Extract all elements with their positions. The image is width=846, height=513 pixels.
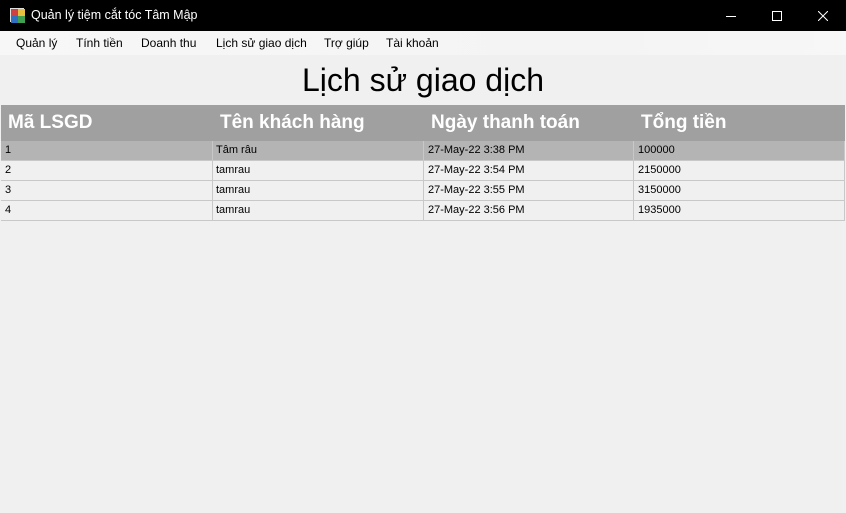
- minimize-button[interactable]: [708, 0, 754, 31]
- menu-item-lich-su-giao-dich[interactable]: Lịch sử giao dịch: [216, 36, 307, 50]
- close-icon: [818, 10, 828, 21]
- cell-id[interactable]: 3: [1, 181, 213, 200]
- cell-total[interactable]: 1935000: [634, 201, 845, 220]
- menu-item-tai-khoan[interactable]: Tài khoản: [386, 36, 439, 50]
- app-window: Quản lý tiệm cắt tóc Tâm Mập Quản lý Tín…: [0, 0, 846, 513]
- cell-customer[interactable]: Tâm râu: [213, 141, 424, 160]
- table-row[interactable]: 3 tamrau 27-May-22 3:55 PM 3150000: [1, 181, 845, 201]
- menu-item-tro-giup[interactable]: Trợ giúp: [324, 36, 369, 50]
- cell-total[interactable]: 2150000: [634, 161, 845, 180]
- cell-id[interactable]: 1: [1, 141, 213, 160]
- window-title: Quản lý tiệm cắt tóc Tâm Mập: [31, 8, 198, 22]
- close-button[interactable]: [800, 0, 846, 31]
- table-row[interactable]: 4 tamrau 27-May-22 3:56 PM 1935000: [1, 201, 845, 221]
- page-title: Lịch sử giao dịch: [302, 62, 544, 98]
- table-row[interactable]: 1 Tâm râu 27-May-22 3:38 PM 100000: [1, 141, 845, 161]
- cell-date[interactable]: 27-May-22 3:38 PM: [424, 141, 634, 160]
- column-header-total[interactable]: Tổng tiền: [641, 112, 726, 134]
- title-bar[interactable]: Quản lý tiệm cắt tóc Tâm Mập: [0, 0, 846, 31]
- transaction-history-grid[interactable]: Mã LSGD Tên khách hàng Ngày thanh toán T…: [1, 105, 845, 221]
- cell-customer[interactable]: tamrau: [213, 201, 424, 220]
- column-header-id[interactable]: Mã LSGD: [8, 112, 92, 134]
- table-row[interactable]: 2 tamrau 27-May-22 3:54 PM 2150000: [1, 161, 845, 181]
- cell-date[interactable]: 27-May-22 3:55 PM: [424, 181, 634, 200]
- cell-customer[interactable]: tamrau: [213, 181, 424, 200]
- cell-total[interactable]: 3150000: [634, 181, 845, 200]
- cell-id[interactable]: 4: [1, 201, 213, 220]
- maximize-button[interactable]: [754, 0, 800, 31]
- column-header-date[interactable]: Ngày thanh toán: [431, 112, 580, 134]
- cell-total[interactable]: 100000: [634, 141, 845, 160]
- maximize-icon: [772, 10, 782, 21]
- minimize-icon: [726, 15, 736, 17]
- menu-item-doanh-thu[interactable]: Doanh thu: [141, 36, 196, 50]
- grid-header: Mã LSGD Tên khách hàng Ngày thanh toán T…: [1, 105, 845, 141]
- menu-item-tinh-tien[interactable]: Tính tiền: [76, 36, 123, 50]
- cell-date[interactable]: 27-May-22 3:54 PM: [424, 161, 634, 180]
- app-icon[interactable]: [10, 8, 25, 23]
- cell-date[interactable]: 27-May-22 3:56 PM: [424, 201, 634, 220]
- cell-customer[interactable]: tamrau: [213, 161, 424, 180]
- menu-item-quan-ly[interactable]: Quản lý: [16, 36, 57, 50]
- column-header-customer[interactable]: Tên khách hàng: [220, 112, 365, 134]
- cell-id[interactable]: 2: [1, 161, 213, 180]
- menu-bar: Quản lý Tính tiền Doanh thu Lịch sử giao…: [0, 31, 846, 55]
